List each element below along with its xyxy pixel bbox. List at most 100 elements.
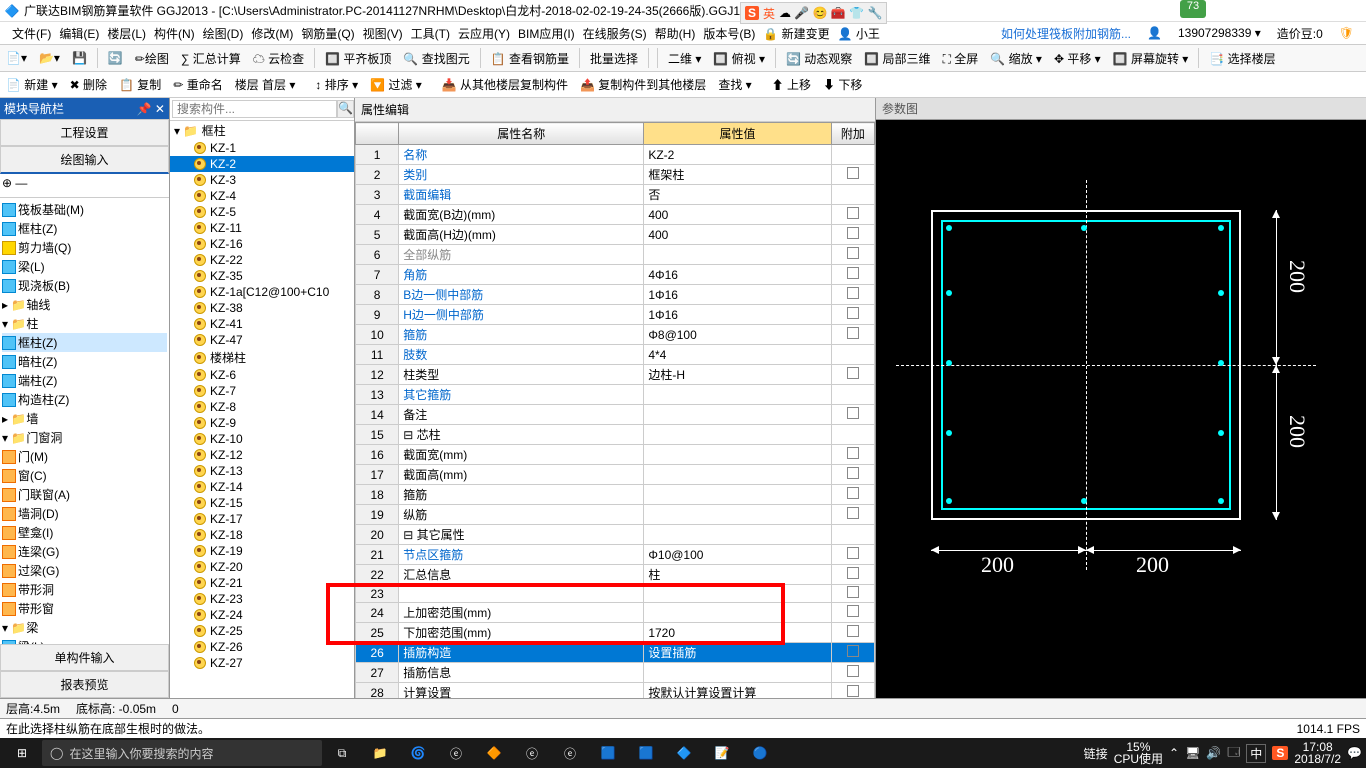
edge-icon[interactable]: ⓔ [438,739,474,767]
user-phone[interactable]: 13907298339 ▾ [1174,26,1265,40]
tree-item[interactable]: 墙洞(D) [2,504,167,523]
toolbar-button[interactable]: 批量选择 [588,50,640,67]
toolbar-button[interactable]: 🔲 平齐板顶 [323,50,393,67]
toolbar-button[interactable]: 🔄 动态观察 [784,50,854,67]
property-row[interactable]: 23 [356,585,875,603]
property-row[interactable]: 21节点区箍筋Φ10@100 [356,545,875,565]
app5-icon[interactable]: 🔷 [666,739,702,767]
property-row[interactable]: 11肢数4*4 [356,345,875,365]
menu-item[interactable]: 工具(T) [407,27,454,41]
property-row[interactable]: 14备注 [356,405,875,425]
property-row[interactable]: 4截面宽(B边)(mm)400 [356,205,875,225]
tray-net-icon[interactable]: 🖥 [1185,746,1200,760]
tree-item[interactable]: 门(M) [2,447,167,466]
list-item[interactable]: KZ-41 [170,316,354,332]
update-badge[interactable]: 73 [1180,0,1206,18]
taskbar-search[interactable]: ◯ 在这里输入你要搜索的内容 [42,740,322,766]
tree-item[interactable]: 暗柱(Z) [2,352,167,371]
property-row[interactable]: 20⊟ 其它属性 [356,525,875,545]
toolbar-button[interactable]: ✥ 平移 ▾ [1052,50,1103,67]
ime-lang[interactable]: 英 [763,5,775,22]
folder-icon[interactable]: 📁 [362,739,398,767]
tree-item[interactable]: 框柱(Z) [2,219,167,238]
menu-item[interactable]: 视图(V) [359,27,407,41]
menu-item[interactable]: 👤 小王 [834,27,884,41]
list-item[interactable]: KZ-10 [170,431,354,447]
toolbar-button[interactable]: 🔲 屏幕旋转 ▾ [1111,50,1191,67]
list-item[interactable]: KZ-4 [170,188,354,204]
app3-icon[interactable]: 🟦 [590,739,626,767]
property-row[interactable]: 10箍筋Φ8@100 [356,325,875,345]
task-view-icon[interactable]: ⧉ [324,739,360,767]
menu-item[interactable]: 版本号(B) [699,27,759,41]
toolbar-button[interactable]: 🔽 过滤 ▾ [368,76,424,93]
component-list[interactable]: ▾ 📁 框柱KZ-1KZ-2KZ-3KZ-4KZ-5KZ-11KZ-16KZ-2… [170,121,354,698]
list-item[interactable]: KZ-22 [170,252,354,268]
menu-item[interactable]: 钢筋量(Q) [297,27,358,41]
list-item[interactable]: KZ-23 [170,591,354,607]
component-tree[interactable]: 筏板基础(M)框柱(Z)剪力墙(Q)梁(L)现浇板(B)▸ 📁 轴线▾ 📁 柱框… [0,198,169,644]
report-preview-button[interactable]: 报表预览 [0,671,169,698]
list-item[interactable]: KZ-6 [170,367,354,383]
toolbar-button[interactable]: ✏ 重命名 [171,76,224,93]
menu-item[interactable]: 帮助(H) [651,27,700,41]
ime-toolbar[interactable]: S 英 ☁ 🎤 😊 🧰 👕 🔧 [740,2,887,24]
app6-icon[interactable]: 📝 [704,739,740,767]
list-item[interactable]: KZ-8 [170,399,354,415]
toolbar-button[interactable]: ☁ 云检查 [251,50,306,67]
tree-item[interactable]: 连梁(G) [2,542,167,561]
ie2-icon[interactable]: ⓔ [552,739,588,767]
tree-item[interactable]: 过梁(G) [2,561,167,580]
toolbar-button[interactable]: 📄▾ [4,51,29,65]
toolbar-button[interactable]: 📤 复制构件到其他楼层 [578,76,708,93]
tree-item[interactable]: ▾ 📁 柱 [2,314,167,333]
list-item[interactable]: KZ-21 [170,575,354,591]
property-row[interactable]: 9H边一侧中部筋1Φ16 [356,305,875,325]
nav-tools[interactable]: ⊕ — [0,174,169,198]
list-item[interactable]: KZ-20 [170,559,354,575]
property-row[interactable]: 8B边一侧中部筋1Φ16 [356,285,875,305]
menu-item[interactable]: BIM应用(I) [514,27,579,41]
section-canvas[interactable]: 200 200 200 200 [876,120,1366,698]
single-input-button[interactable]: 单构件输入 [0,644,169,671]
toolbar-button[interactable]: ✏绘图 [133,50,171,67]
list-item[interactable]: KZ-15 [170,495,354,511]
link-label[interactable]: 链接 [1084,745,1108,762]
property-row[interactable]: 28计算设置按默认计算设置计算 [356,683,875,699]
list-item[interactable]: KZ-26 [170,639,354,655]
property-row[interactable]: 27插筋信息 [356,663,875,683]
property-row[interactable]: 25下加密范围(mm)1720 [356,623,875,643]
bean-icon[interactable]: 🛡 [1335,26,1358,40]
property-row[interactable]: 22汇总信息柱 [356,565,875,585]
menu-item[interactable]: 文件(F) [8,27,55,41]
list-item[interactable]: 楼梯柱 [170,348,354,367]
toolbar-button[interactable]: 📋 复制 [117,76,163,93]
list-item[interactable]: KZ-13 [170,463,354,479]
toolbar-button[interactable]: 楼层 首层 ▾ [233,76,298,93]
property-row[interactable]: 3截面编辑否 [356,185,875,205]
tree-item[interactable]: 剪力墙(Q) [2,238,167,257]
menu-item[interactable]: 构件(N) [150,27,199,41]
tree-item[interactable]: ▾ 📁 梁 [2,618,167,637]
property-row[interactable]: 12柱类型边柱-H [356,365,875,385]
tray-up-icon[interactable]: ⌃ [1169,746,1179,760]
menu-item[interactable]: 云应用(Y) [454,27,514,41]
toolbar-button[interactable]: 🔲 局部三维 [862,50,932,67]
list-item[interactable]: KZ-9 [170,415,354,431]
list-item[interactable]: KZ-47 [170,332,354,348]
toolbar-button[interactable]: 📥 从其他楼层复制构件 [440,76,570,93]
toolbar-button[interactable]: 📄 新建 ▾ [4,76,60,93]
property-row[interactable]: 7角筋4Φ16 [356,265,875,285]
pin-icon[interactable]: 📌 ✕ [137,102,165,116]
list-item[interactable]: KZ-27 [170,655,354,671]
help-link[interactable]: 如何处理筏板附加钢筋... [997,25,1135,42]
toolbar-button[interactable]: ⬇ 下移 [821,76,864,93]
property-row[interactable]: 15⊟ 芯柱 [356,425,875,445]
list-item[interactable]: KZ-17 [170,511,354,527]
property-table[interactable]: 属性名称属性值附加1名称KZ-22类别框架柱3截面编辑否4截面宽(B边)(mm)… [355,122,875,698]
notif-icon[interactable]: 💬 [1347,746,1362,760]
tree-item[interactable]: ▸ 📁 墙 [2,409,167,428]
property-row[interactable]: 24上加密范围(mm) [356,603,875,623]
property-row[interactable]: 13其它箍筋 [356,385,875,405]
list-item[interactable]: KZ-18 [170,527,354,543]
